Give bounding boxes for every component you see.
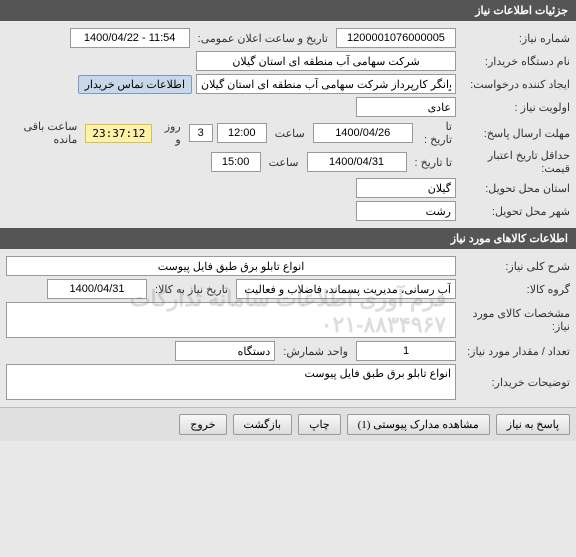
button-bar: پاسخ به نیاز مشاهده مدارک پیوستی (1) چاپ… [0,407,576,441]
buyer-notes-field[interactable] [6,364,456,400]
validity-date-field[interactable] [307,152,407,172]
validity-time-field[interactable] [211,152,261,172]
days-remaining-box: 3 [189,124,213,142]
label-hour-2: ساعت [265,156,303,169]
label-response-deadline: مهلت ارسال پاسخ: [460,127,570,140]
need-number-field[interactable] [336,28,456,48]
label-delivery-province: استان محل تحویل: [460,182,570,195]
panel-header-need-info: جزئیات اطلاعات نیاز [0,0,576,21]
label-until-date-1: تا تاریخ : [417,120,456,146]
city-field[interactable] [356,201,456,221]
label-priority: اولویت نیاز : [460,101,570,114]
label-until-date-2: تا تاریخ : [411,156,456,169]
label-request-creator: ایجاد کننده درخواست: [460,78,570,91]
respond-button[interactable]: پاسخ به نیاز [496,414,570,435]
label-announce-datetime: تاریخ و ساعت اعلان عمومی: [194,32,332,45]
label-hour-1: ساعت [271,127,309,140]
panel-header-goods-info: اطلاعات کالاهای مورد نیاز [0,228,576,249]
goods-info-section: فرم آوری اطلاعات سامانه تدارکات ۰۲۱-۸۸۳۴… [0,249,576,407]
qty-field[interactable] [356,341,456,361]
label-goods-spec: مشخصات کالای مورد نیاز: [460,307,570,333]
label-unit: واحد شمارش: [279,345,352,358]
buyer-org-field[interactable] [196,51,456,71]
label-delivery-city: شهر محل تحویل: [460,205,570,218]
need-date-field[interactable] [47,279,147,299]
countdown-timer: 23:37:12 [85,124,152,143]
exit-button[interactable]: خروج [179,414,226,435]
province-field[interactable] [356,178,456,198]
print-button[interactable]: چاپ [298,414,341,435]
priority-field[interactable] [356,97,456,117]
general-desc-field[interactable] [6,256,456,276]
label-general-desc: شرح کلی نیاز: [460,260,570,273]
label-min-validity: حداقل تاریخ اعتبار قیمت: [460,149,570,175]
deadline-date-field[interactable] [313,123,413,143]
label-time-remaining: ساعت باقی مانده [6,120,81,146]
label-buyer-org: نام دستگاه خریدار: [460,55,570,68]
announce-datetime-field[interactable] [70,28,190,48]
view-attachments-button[interactable]: مشاهده مدارک پیوستی (1) [347,414,490,435]
label-need-number: شماره نیاز: [460,32,570,45]
label-qty: تعداد / مقدار مورد نیاز: [460,345,570,358]
request-creator-field[interactable] [196,74,456,94]
buyer-contact-button[interactable]: اطلاعات تماس خریدار [78,75,192,94]
need-info-section: شماره نیاز: تاریخ و ساعت اعلان عمومی: نا… [0,21,576,228]
goods-spec-field[interactable] [6,302,456,338]
back-button[interactable]: بازگشت [233,414,293,435]
goods-group-field[interactable] [236,279,456,299]
label-goods-group: گروه کالا: [460,283,570,296]
deadline-time-field[interactable] [217,123,267,143]
unit-field[interactable] [175,341,275,361]
label-buyer-notes: توضیحات خریدار: [460,376,570,389]
label-need-date: تاریخ نیاز به کالا: [151,283,232,296]
label-days-and: روز و [156,120,184,146]
